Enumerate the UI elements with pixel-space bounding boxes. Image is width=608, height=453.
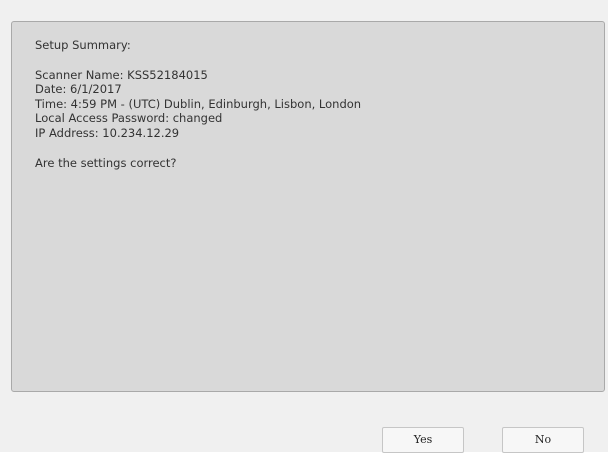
- summary-heading: Setup Summary:: [35, 38, 131, 52]
- no-button[interactable]: No: [502, 427, 584, 453]
- setup-summary-window: Setup Summary: Scanner Name: KSS52184015…: [0, 0, 608, 453]
- password-status-text: Local Access Password: changed: [35, 111, 223, 126]
- yes-button[interactable]: Yes: [382, 427, 464, 453]
- button-bar: Yes No: [0, 393, 608, 453]
- confirmation-question: Are the settings correct?: [35, 155, 177, 170]
- ip-address-text: IP Address: 10.234.12.29: [35, 125, 180, 140]
- time-text: Time: 4:59 PM - (UTC) Dublin, Edinburgh,…: [35, 96, 362, 111]
- summary-panel: Setup Summary: Scanner Name: KSS52184015…: [11, 21, 605, 392]
- scanner-name-text: Scanner Name: KSS52184015: [35, 67, 208, 82]
- date-text: Date: 6/1/2017: [35, 82, 122, 97]
